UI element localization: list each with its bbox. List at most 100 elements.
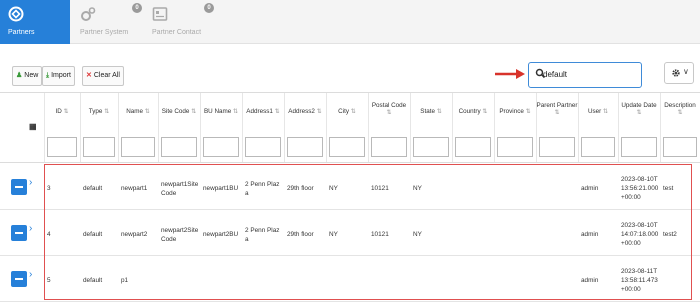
column-filter-input[interactable] (455, 137, 491, 157)
cell-province (497, 171, 535, 206)
cell-id: 5 (47, 277, 51, 284)
column-header-label: BU Name (203, 108, 232, 115)
sort-icon[interactable]: ⇅ (636, 110, 641, 116)
cell-province (497, 217, 535, 252)
search-input[interactable] (543, 67, 635, 82)
new-button[interactable]: ♟ New (12, 66, 43, 86)
tab-badge: 0 (132, 3, 142, 13)
column-divider (158, 93, 159, 162)
column-filter-input[interactable] (581, 137, 615, 157)
column-header-label: Province (499, 108, 524, 115)
column-divider (44, 93, 45, 162)
column-header-label: State (420, 108, 435, 115)
cell-user: admin (581, 277, 599, 284)
cell-bu-name: newpart2BU (203, 231, 239, 238)
column-divider (368, 93, 369, 162)
column-header-label: Country (458, 108, 481, 115)
column-divider (118, 93, 119, 162)
column-divider (660, 93, 661, 162)
column-filter-input[interactable] (663, 137, 697, 157)
cell-postal-code: 10121 (371, 185, 389, 192)
partners-icon (8, 6, 24, 22)
column-divider (200, 93, 201, 162)
column-header-label: Address1 (246, 108, 273, 115)
row-action-button[interactable] (11, 225, 27, 241)
row-action-button[interactable] (11, 271, 27, 287)
sort-icon[interactable]: ⇅ (233, 109, 238, 115)
cell-id: 3 (47, 185, 51, 192)
cell-country (455, 217, 493, 252)
column-header-label: City (338, 108, 350, 115)
column-filter-input[interactable] (47, 137, 77, 157)
cell-city: NY (329, 185, 338, 192)
gear-icon (672, 69, 680, 77)
column-filter-input[interactable] (287, 137, 323, 157)
import-icon: ⤓ (46, 72, 50, 79)
cell-site-code: newpart1SiteCode (161, 180, 199, 197)
gears-icon (81, 7, 96, 21)
sort-icon[interactable]: ⇅ (191, 109, 196, 115)
column-filter-input[interactable] (621, 137, 657, 157)
cell-site-code (161, 263, 199, 298)
cell-type: default (83, 231, 103, 238)
column-header-label: ID (55, 108, 62, 115)
column-filter-input[interactable] (161, 137, 197, 157)
sort-icon[interactable]: ⇅ (317, 109, 322, 115)
row-expand-icon[interactable]: › (29, 223, 32, 234)
column-filter-input[interactable] (121, 137, 155, 157)
tab-label: Partner Contact (152, 29, 202, 36)
tab-partner-contact[interactable]: 0 Partner Contact (148, 0, 224, 44)
cell-postal-code: 10121 (371, 231, 389, 238)
sort-icon[interactable]: ⇅ (275, 109, 280, 115)
sort-icon[interactable]: ⇅ (526, 109, 531, 115)
cell-parent-partner (539, 217, 577, 252)
clear-all-button[interactable]: ✕ Clear All (82, 66, 124, 86)
column-filter-input[interactable] (203, 137, 239, 157)
cell-update-date: 2023-08-10T13:56:21.000+00:00 (621, 176, 659, 201)
import-button[interactable]: ⤓ Import (42, 66, 75, 86)
column-divider (410, 93, 411, 162)
row-action-button[interactable] (11, 179, 27, 195)
cell-description: test (663, 185, 674, 192)
column-chooser-icon[interactable]: ▦ (29, 122, 37, 131)
sort-icon[interactable]: ⇅ (351, 109, 356, 115)
tab-partner-system[interactable]: 0 Partner System (72, 0, 148, 44)
cell-state (413, 263, 451, 298)
column-header-label: Type (88, 108, 103, 115)
tab-badge: 0 (204, 3, 214, 13)
new-label: New (24, 72, 39, 79)
column-filter-input[interactable] (497, 137, 533, 157)
column-filter-input[interactable] (371, 137, 407, 157)
grid-top-border (0, 92, 700, 93)
cell-state: NY (413, 185, 422, 192)
sort-icon[interactable]: ⇅ (437, 109, 442, 115)
column-filter-input[interactable] (329, 137, 365, 157)
column-header-label: Name (126, 108, 143, 115)
sort-icon[interactable]: ⇅ (104, 109, 109, 115)
sort-icon[interactable]: ⇅ (482, 109, 487, 115)
cell-description: test2 (663, 231, 677, 238)
column-filter-input[interactable] (413, 137, 449, 157)
tab-label: Partners (8, 29, 35, 36)
column-filter-input[interactable] (245, 137, 281, 157)
column-header-label: Postal Code (371, 102, 407, 109)
sort-icon[interactable]: ⇅ (386, 110, 391, 116)
column-filter-input[interactable] (539, 137, 575, 157)
sort-icon[interactable]: ⇅ (64, 109, 69, 115)
search-box[interactable] (528, 62, 642, 88)
row-expand-icon[interactable]: › (29, 177, 32, 188)
column-filter-input[interactable] (83, 137, 115, 157)
sort-icon[interactable]: ⇅ (677, 110, 682, 116)
cell-bu-name: newpart1BU (203, 185, 239, 192)
clear-all-label: Clear All (93, 72, 120, 79)
column-header-label: Parent Partner (536, 102, 578, 109)
cell-address1: 2 Penn Plaza (245, 226, 280, 243)
row-expand-icon[interactable]: › (29, 269, 32, 280)
sort-icon[interactable]: ⇅ (145, 109, 150, 115)
sort-icon[interactable]: ⇅ (554, 110, 559, 116)
cell-address2: 29th floor (287, 185, 314, 192)
cell-parent-partner (539, 263, 577, 298)
settings-dropdown-button[interactable]: ∨ (664, 62, 694, 84)
tab-partners[interactable]: Partners (0, 0, 70, 44)
sort-icon[interactable]: ⇅ (603, 109, 608, 115)
